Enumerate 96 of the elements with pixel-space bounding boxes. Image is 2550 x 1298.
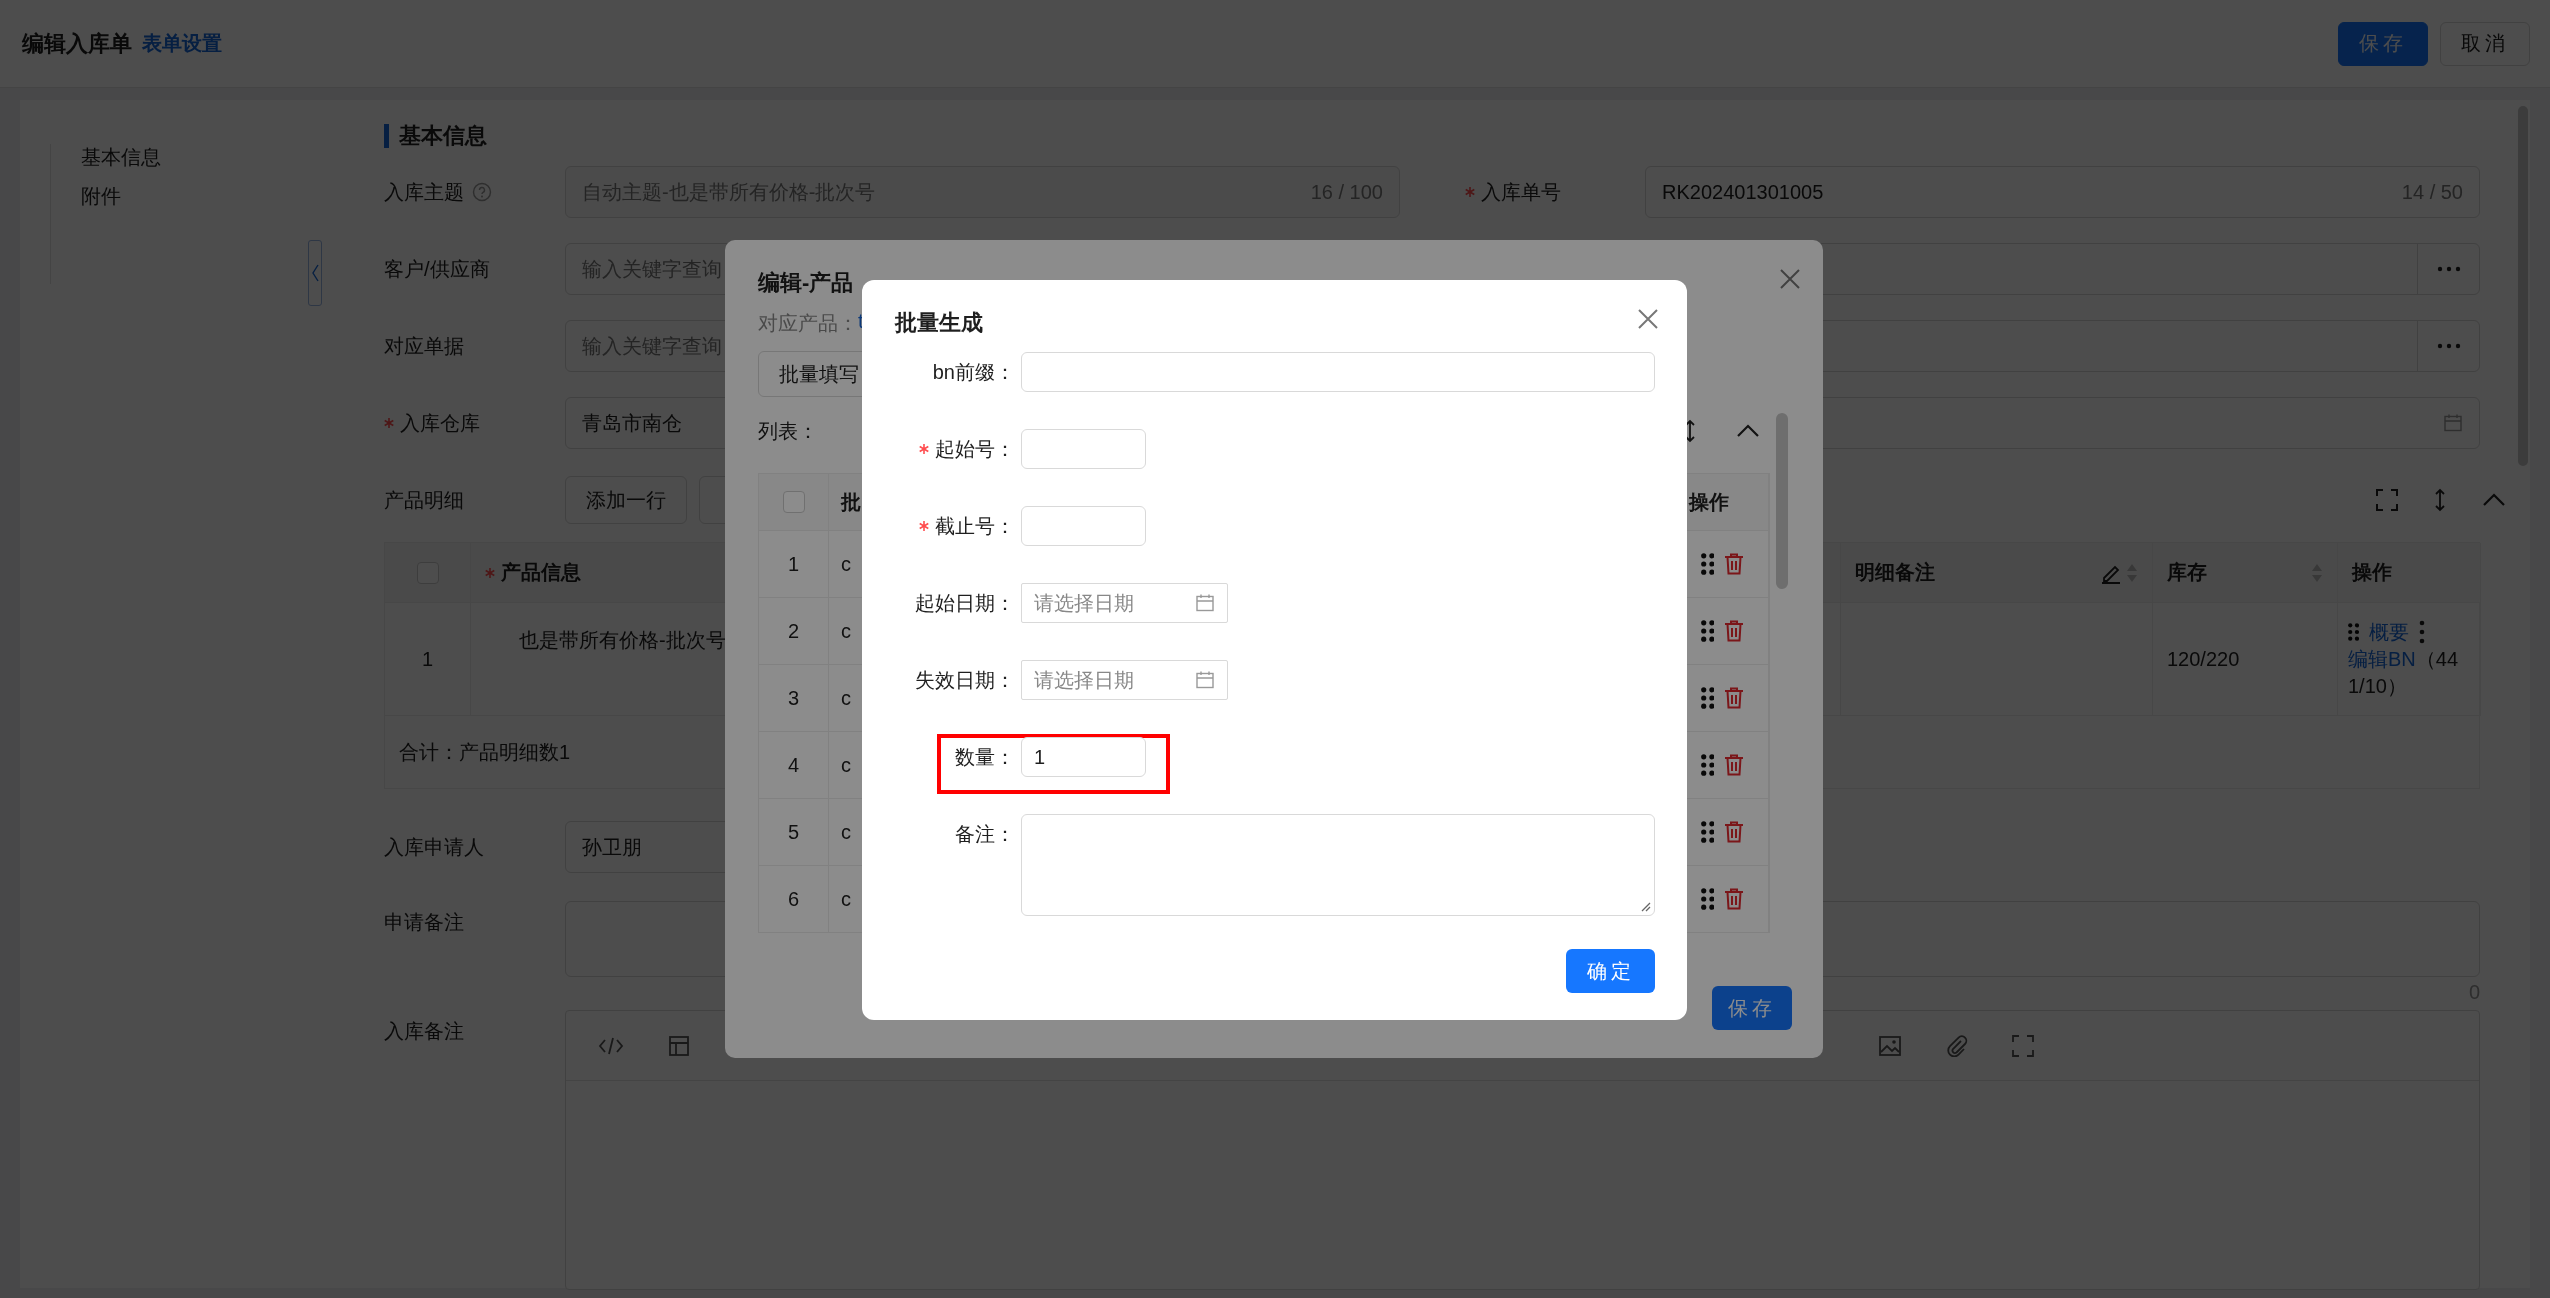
column-header: 明细备注 [1855, 560, 1935, 585]
column-header: 批 [841, 489, 861, 515]
cancel-button[interactable]: 取消 [2440, 21, 2530, 66]
column-header: 操作 [1689, 489, 1729, 515]
field-label: 起始日期： [915, 590, 1015, 616]
field-label: 产品明细 [384, 487, 465, 513]
edit-bn-link[interactable]: 编辑BN [2348, 647, 2416, 670]
field-label: 入库主题 [384, 179, 464, 205]
field-label: 起始号： [935, 436, 1015, 462]
more-icon[interactable] [2419, 620, 2426, 644]
calendar-icon [2443, 413, 2463, 433]
drag-handle-icon[interactable] [2348, 623, 2360, 641]
table-cell: c [841, 619, 851, 643]
row-number: 2 [787, 619, 800, 643]
layout-icon[interactable] [668, 1034, 690, 1057]
collapse-tab[interactable] [308, 240, 322, 306]
image-icon[interactable] [1878, 1034, 1902, 1057]
field-label: bn前缀： [932, 359, 1015, 385]
table-cell: c [841, 820, 851, 844]
close-icon[interactable] [1637, 308, 1659, 330]
product-label: 对应产品： [758, 311, 858, 336]
delete-icon[interactable] [1724, 754, 1745, 776]
more-icon [2436, 266, 2461, 272]
field-label: 失效日期： [915, 667, 1015, 693]
page-title: 编辑入库单 [22, 29, 132, 58]
form-settings-link[interactable]: 表单设置 [142, 30, 222, 57]
collapse-sidebar-icon[interactable] [311, 263, 319, 283]
summary-link[interactable]: 概要 [2369, 618, 2410, 646]
drag-handle-icon[interactable] [1700, 754, 1715, 776]
edit-bn-text: 编辑BN（441/10） [2348, 646, 2460, 699]
table-cell: c [841, 552, 851, 576]
row-number: 4 [787, 753, 800, 777]
table-cell: c [841, 887, 851, 911]
drag-handle-icon[interactable] [1700, 553, 1715, 575]
close-icon[interactable] [1779, 268, 1801, 290]
collapse-icon[interactable] [1736, 424, 1760, 438]
table-cell: 120/220 [2167, 647, 2240, 671]
table-cell-text: 也是带所有价格-批次号 [519, 628, 726, 653]
help-icon[interactable] [472, 182, 492, 202]
row-number: 5 [787, 820, 800, 844]
calendar-icon [1195, 593, 1215, 613]
section-title: 基本信息 [384, 124, 487, 148]
expand-rows-icon[interactable] [1684, 419, 1696, 443]
add-row-button[interactable]: 添加一行 [565, 476, 687, 524]
save-button[interactable]: 保存 [1712, 986, 1792, 1030]
drag-handle-icon[interactable] [1700, 821, 1715, 843]
field-label: 客户/供应商 [384, 256, 490, 282]
resize-handle-icon[interactable] [1639, 900, 1651, 912]
table-cell: c [841, 753, 851, 777]
number-field[interactable] [1021, 429, 1146, 469]
sidebar-item[interactable]: 附件 [81, 183, 312, 210]
fullscreen-icon[interactable] [2012, 1034, 2034, 1057]
field-label: 入库仓库 [400, 410, 480, 436]
column-header: 产品信息 [501, 560, 581, 585]
field-label: 申请备注 [384, 910, 465, 935]
text-field[interactable] [1021, 352, 1655, 392]
date-field[interactable]: 请选择日期 [1021, 583, 1228, 623]
code-icon[interactable] [598, 1035, 624, 1056]
delete-icon[interactable] [1724, 620, 1745, 642]
delete-icon[interactable] [1724, 687, 1745, 709]
number-field[interactable]: 1 [1021, 737, 1146, 777]
field-label: 数量： [955, 744, 1015, 770]
more-icon [2436, 343, 2461, 349]
date-field[interactable]: 请选择日期 [1021, 660, 1228, 700]
attachment-icon[interactable] [1946, 1034, 1968, 1057]
row-number: 6 [787, 887, 800, 911]
field-label: 备注： [955, 821, 1015, 847]
table-cell: c [841, 686, 851, 710]
number-field[interactable] [1021, 506, 1146, 546]
row-number: 1 [787, 552, 800, 576]
calendar-icon [1195, 670, 1215, 690]
field-label: 入库备注 [384, 1019, 465, 1044]
row-number: 3 [787, 686, 800, 710]
checkbox[interactable] [782, 491, 805, 513]
field-label: 对应单据 [384, 333, 464, 359]
row-number: 1 [421, 647, 434, 671]
delete-icon[interactable] [1724, 888, 1745, 910]
save-button[interactable]: 保存 [2338, 21, 2428, 66]
dialog-title: 批量生成 [895, 310, 983, 335]
drag-handle-icon[interactable] [1700, 620, 1715, 642]
sidebar-item[interactable]: 基本信息 [81, 144, 312, 171]
dialog-title: 编辑-产品 [758, 270, 854, 295]
drag-handle-icon[interactable] [1700, 888, 1715, 910]
table-summary: 合计：产品明细数1 [399, 739, 571, 765]
fullscreen-icon[interactable] [2376, 489, 2398, 511]
confirm-button[interactable]: 确定 [1566, 949, 1655, 993]
field-label: 入库申请人 [384, 834, 485, 860]
delete-icon[interactable] [1724, 821, 1745, 843]
field-label: 截止号： [935, 513, 1015, 539]
field-label: 入库单号 [1481, 179, 1561, 205]
column-header: 操作 [2352, 560, 2392, 585]
collapse-icon[interactable] [2482, 493, 2506, 507]
list-label: 列表： [758, 418, 818, 444]
drag-handle-icon[interactable] [1700, 687, 1715, 709]
delete-icon[interactable] [1724, 553, 1745, 575]
column-header: 库存 [2167, 560, 2207, 585]
